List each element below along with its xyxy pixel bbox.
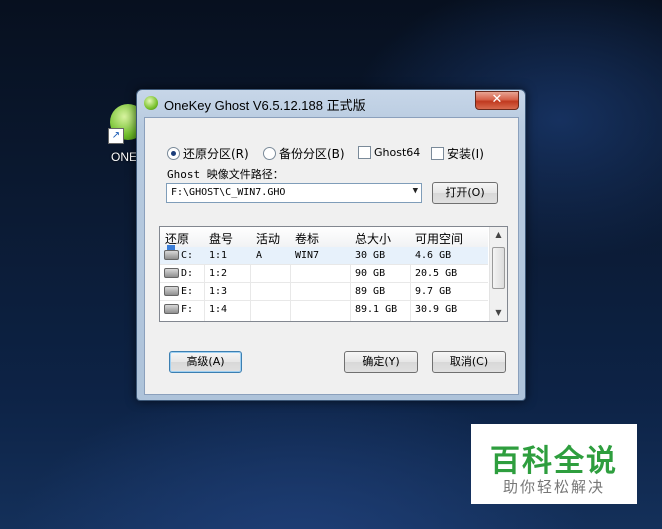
disk-cell: 1:1: [209, 250, 228, 261]
scroll-up-icon[interactable]: ▲: [490, 227, 507, 243]
cancel-button[interactable]: 取消(C): [432, 351, 506, 373]
open-button[interactable]: 打开(O): [432, 182, 498, 204]
drive-cell: E:: [164, 286, 193, 297]
active-cell: A: [256, 250, 263, 261]
drive-cell: D:: [164, 268, 193, 279]
checkbox-icon: [431, 147, 444, 160]
advanced-button[interactable]: 高级(A): [169, 351, 242, 373]
close-button[interactable]: ✕: [475, 91, 519, 110]
drive-cell: F:: [164, 304, 193, 315]
table-row[interactable]: C: 1:1 A WIN7 30 GB 4.6 GB: [160, 245, 488, 265]
restore-partition-label: 还原分区(R): [183, 147, 249, 161]
column-header-total[interactable]: 总大小: [355, 230, 391, 247]
free-cell: 30.9 GB: [415, 304, 458, 315]
restore-partition-radio[interactable]: 还原分区(R): [167, 145, 249, 162]
column-header-disk[interactable]: 盘号: [209, 230, 233, 247]
total-cell: 30 GB: [355, 250, 386, 261]
table-scrollbar[interactable]: ▲ ▼: [489, 227, 507, 321]
system-drive-icon: [164, 245, 179, 260]
ok-button[interactable]: 确定(Y): [344, 351, 418, 373]
shortcut-arrow-icon: ↗: [108, 128, 124, 144]
title-bar[interactable]: OneKey Ghost V6.5.12.188 正式版 ✕: [137, 90, 525, 116]
total-cell: 89.1 GB: [355, 304, 398, 315]
watermark-subtitle: 助你轻松解决: [502, 478, 605, 496]
table-row[interactable]: E: 1:3 89 GB 9.7 GB: [160, 283, 488, 301]
app-icon: [144, 96, 158, 110]
ghost64-label: Ghost64: [374, 146, 421, 159]
hard-drive-icon: [164, 268, 179, 278]
free-cell: 20.5 GB: [415, 268, 458, 279]
ghost64-checkbox[interactable]: Ghost64: [358, 145, 420, 159]
label-cell: WIN7: [295, 250, 320, 261]
table-header: 还原 盘号 活动 卷标 总大小 可用空间: [160, 227, 488, 248]
backup-partition-label: 备份分区(B): [279, 147, 345, 161]
dropdown-arrow-icon[interactable]: ▼: [413, 186, 418, 196]
hard-drive-icon: [164, 286, 179, 296]
hard-drive-icon: [164, 304, 179, 314]
drive-cell: C:: [164, 245, 193, 261]
onekey-ghost-window: OneKey Ghost V6.5.12.188 正式版 ✕ 还原分区(R) 备…: [136, 89, 526, 401]
column-header-active[interactable]: 活动: [256, 230, 280, 247]
watermark-title: 百科全说: [490, 444, 618, 479]
checkbox-icon: [358, 146, 371, 159]
radio-unselected-icon: [263, 147, 276, 160]
baike-watermark-logo: 百科全说 助你轻松解决: [471, 424, 637, 504]
ghost-path-label: Ghost 映像文件路径：: [167, 168, 284, 181]
install-checkbox[interactable]: 安装(I): [431, 145, 484, 162]
total-cell: 90 GB: [355, 268, 386, 279]
column-header-label[interactable]: 卷标: [295, 230, 319, 247]
disk-cell: 1:4: [209, 304, 228, 315]
scroll-down-icon[interactable]: ▼: [490, 305, 507, 321]
install-label: 安装(I): [447, 147, 484, 161]
dialog-client-area: 还原分区(R) 备份分区(B) Ghost64 安装(I) Ghost 映像文件…: [144, 117, 519, 395]
free-cell: 9.7 GB: [415, 286, 452, 297]
disk-cell: 1:2: [209, 268, 228, 279]
free-cell: 4.6 GB: [415, 250, 452, 261]
column-header-free[interactable]: 可用空间: [415, 230, 463, 247]
scroll-thumb[interactable]: [492, 247, 505, 289]
total-cell: 89 GB: [355, 286, 386, 297]
window-title: OneKey Ghost V6.5.12.188 正式版: [164, 98, 366, 113]
partition-table[interactable]: 还原 盘号 活动 卷标 总大小 可用空间 C: 1:1 A WIN7 30 GB…: [159, 226, 508, 322]
ghost-path-combobox[interactable]: F:\GHOST\C_WIN7.GHO ▼: [166, 183, 422, 203]
table-row[interactable]: F: 1:4 89.1 GB 30.9 GB: [160, 301, 488, 318]
backup-partition-radio[interactable]: 备份分区(B): [263, 145, 345, 162]
ghost-path-value: F:\GHOST\C_WIN7.GHO: [171, 187, 286, 198]
table-row[interactable]: D: 1:2 90 GB 20.5 GB: [160, 265, 488, 283]
radio-selected-icon: [167, 147, 180, 160]
disk-cell: 1:3: [209, 286, 228, 297]
